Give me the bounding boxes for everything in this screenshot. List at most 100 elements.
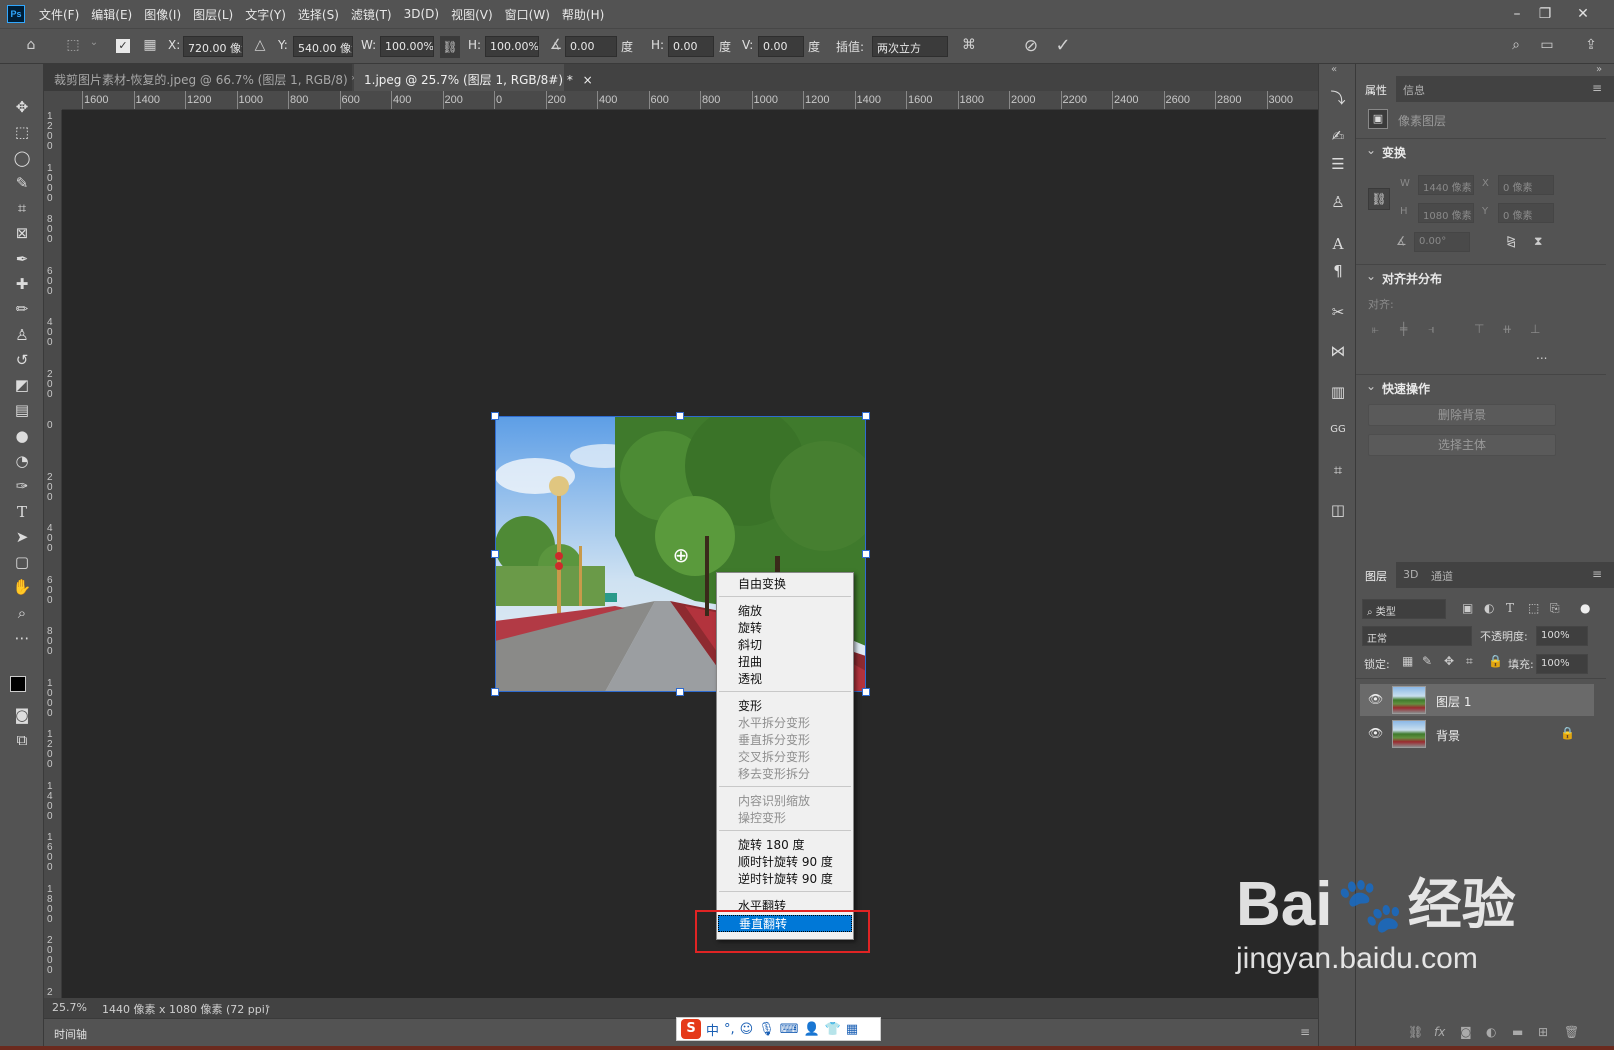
vskew-field[interactable]: 0.00 <box>758 36 804 57</box>
home-icon[interactable]: ⌂ <box>20 37 42 53</box>
brush-settings-icon[interactable]: ✍ <box>1326 124 1350 148</box>
quick-actions-title[interactable]: 快速操作 <box>1382 380 1430 397</box>
panel-menu-icon[interactable]: ≡ <box>1592 567 1602 581</box>
delta-icon[interactable]: △ <box>252 37 268 53</box>
menu-item-warp[interactable]: 变形 <box>718 698 852 715</box>
glyphs-icon[interactable]: GG <box>1326 418 1350 442</box>
transform-handle-bottom-left[interactable] <box>491 688 499 696</box>
transform-handle-left[interactable] <box>491 550 499 558</box>
lock-transparent-icon[interactable]: ▦ <box>1402 654 1413 668</box>
dodge-tool-icon[interactable]: ◔ <box>10 450 34 472</box>
reference-point-grid-icon[interactable]: ▦ <box>141 37 159 53</box>
type-tool-icon[interactable]: T <box>10 501 34 523</box>
select-subject-button[interactable]: 选择主体 <box>1368 434 1556 456</box>
filter-pixel-icon[interactable]: ▣ <box>1462 601 1473 615</box>
y-field[interactable]: 540.00 像素 <box>293 36 353 57</box>
link-layers-icon[interactable]: ⛓ <box>1408 1025 1423 1039</box>
align-center-h-icon[interactable]: ╪ <box>1400 322 1407 336</box>
transform-handle-bottom[interactable] <box>676 688 684 696</box>
x-field[interactable]: 720.00 像素 <box>183 36 243 57</box>
menu-item-perspective[interactable]: 透视 <box>718 671 852 688</box>
marquee-tool-icon[interactable]: ⬚ <box>10 121 34 143</box>
lasso-tool-icon[interactable]: ◯ <box>10 147 34 169</box>
tab-document-2[interactable]: 1.jpeg @ 25.7% (图层 1, RGB/8#) * × <box>354 64 593 91</box>
transform-handle-top-left[interactable] <box>491 412 499 420</box>
menu-item-skew[interactable]: 斜切 <box>718 637 852 654</box>
menu-image[interactable]: 图像(I) <box>138 6 187 23</box>
transform-section-title[interactable]: 变换 <box>1382 144 1406 161</box>
hskew-field[interactable]: 0.00 <box>668 36 714 57</box>
paths-icon[interactable]: ⋈ <box>1326 339 1350 363</box>
add-mask-icon[interactable]: ◙ <box>1460 1025 1472 1039</box>
reference-point-icon[interactable]: ⊕ <box>670 544 692 566</box>
link-icon[interactable]: ⛓ <box>440 36 460 58</box>
eyedropper-tool-icon[interactable]: ✒ <box>10 248 34 270</box>
search-icon[interactable]: ⌕ <box>1506 37 1526 53</box>
y-field[interactable]: 0 像素 <box>1498 203 1554 223</box>
new-layer-icon[interactable]: ⊞ <box>1538 1025 1548 1039</box>
punctuation-icon[interactable]: °, <box>724 1022 735 1037</box>
chevron-down-icon[interactable]: ⌄ <box>1366 143 1376 157</box>
expand-icon[interactable]: » <box>1596 64 1602 75</box>
blend-mode-select[interactable]: 正常 <box>1362 626 1472 646</box>
more-options-icon[interactable]: ... <box>1536 348 1547 362</box>
flip-horizontal-icon[interactable]: ⧎ <box>1506 234 1516 248</box>
tab-properties[interactable]: 属性 <box>1356 76 1396 102</box>
healing-brush-tool-icon[interactable]: ✚ <box>10 273 34 295</box>
shape-tool-icon[interactable]: ▢ <box>10 551 34 573</box>
warp-mode-icon[interactable]: ⌘ <box>958 37 980 53</box>
timeline-menu-icon[interactable]: ≡ <box>1300 1025 1310 1039</box>
transform-handle-top-right[interactable] <box>862 412 870 420</box>
user-icon[interactable]: 👤 <box>804 1022 820 1037</box>
menu-3d[interactable]: 3D(D) <box>398 7 445 21</box>
layer-name[interactable]: 背景 <box>1436 727 1460 744</box>
histogram-icon[interactable]: ▥ <box>1326 380 1350 404</box>
x-field[interactable]: 0 像素 <box>1498 175 1554 195</box>
close-tab-icon[interactable]: × <box>583 73 593 87</box>
move-tool-icon[interactable]: ✥ <box>10 96 34 118</box>
character-panel-icon[interactable]: A <box>1326 232 1350 256</box>
align-right-icon[interactable]: ⫣ <box>1428 322 1435 337</box>
gradient-tool-icon[interactable]: ▤ <box>10 399 34 421</box>
align-top-icon[interactable]: ⊤ <box>1474 322 1484 336</box>
chevron-down-icon[interactable]: ⌄ <box>1366 269 1376 283</box>
menu-help[interactable]: 帮助(H) <box>556 6 610 23</box>
filter-shape-icon[interactable]: ⬚ <box>1528 601 1539 615</box>
close-icon[interactable]: ✕ <box>1570 4 1596 24</box>
menu-type[interactable]: 文字(Y) <box>239 6 292 23</box>
tab-channels[interactable]: 通道 <box>1422 562 1462 588</box>
share-icon[interactable]: ⇪ <box>1580 37 1602 53</box>
zoom-level[interactable]: 25.7% <box>52 1001 87 1014</box>
ime-mode-chinese[interactable]: 中 <box>706 1020 719 1039</box>
brush-tool-icon[interactable]: ✏ <box>10 298 34 320</box>
w-field[interactable]: 1440 像素 <box>1418 175 1474 195</box>
screen-mode-icon[interactable]: ⧉ <box>10 729 34 751</box>
foreground-color-swatch[interactable] <box>10 676 26 692</box>
blur-tool-icon[interactable]: ● <box>10 425 34 447</box>
tools-icon[interactable]: ✂ <box>1326 300 1350 324</box>
menu-item-scale[interactable]: 缩放 <box>718 603 852 620</box>
chevron-down-icon[interactable]: ⌄ <box>88 37 100 48</box>
layer-name[interactable]: 图层 1 <box>1436 693 1471 710</box>
menu-edit[interactable]: 编辑(E) <box>85 6 138 23</box>
menu-item-distort[interactable]: 扭曲 <box>718 654 852 671</box>
timeline-label[interactable]: 时间轴 <box>54 1026 87 1042</box>
angle-field[interactable]: 0.00 <box>565 36 617 57</box>
navigator-icon[interactable]: ◫ <box>1326 498 1350 522</box>
visibility-eye-icon[interactable]: 👁 <box>1368 726 1383 740</box>
remove-background-button[interactable]: 删除背景 <box>1368 404 1556 426</box>
toolbox-icon[interactable]: ▦ <box>846 1022 858 1037</box>
menu-item-rotate-90-ccw[interactable]: 逆时针旋转 90 度 <box>718 871 852 888</box>
h-field[interactable]: 1080 像素 <box>1418 203 1474 223</box>
emoji-icon[interactable]: ☺ <box>740 1022 754 1037</box>
reference-point-checkbox[interactable]: ✓ <box>116 39 130 53</box>
align-left-icon[interactable]: ⫦ <box>1372 322 1379 337</box>
path-select-tool-icon[interactable]: ➤ <box>10 526 34 548</box>
skin-icon[interactable]: 👕 <box>825 1022 841 1037</box>
cancel-transform-icon[interactable]: ⊘ <box>1020 36 1042 56</box>
interpolation-select[interactable]: 两次立方 <box>872 36 948 57</box>
history-brush-tool-icon[interactable]: ↺ <box>10 349 34 371</box>
lock-pixels-icon[interactable]: ✎ <box>1422 654 1432 668</box>
keyboard-icon[interactable]: ⌨ <box>780 1022 799 1037</box>
lock-artboard-icon[interactable]: ⌗ <box>1466 654 1473 669</box>
